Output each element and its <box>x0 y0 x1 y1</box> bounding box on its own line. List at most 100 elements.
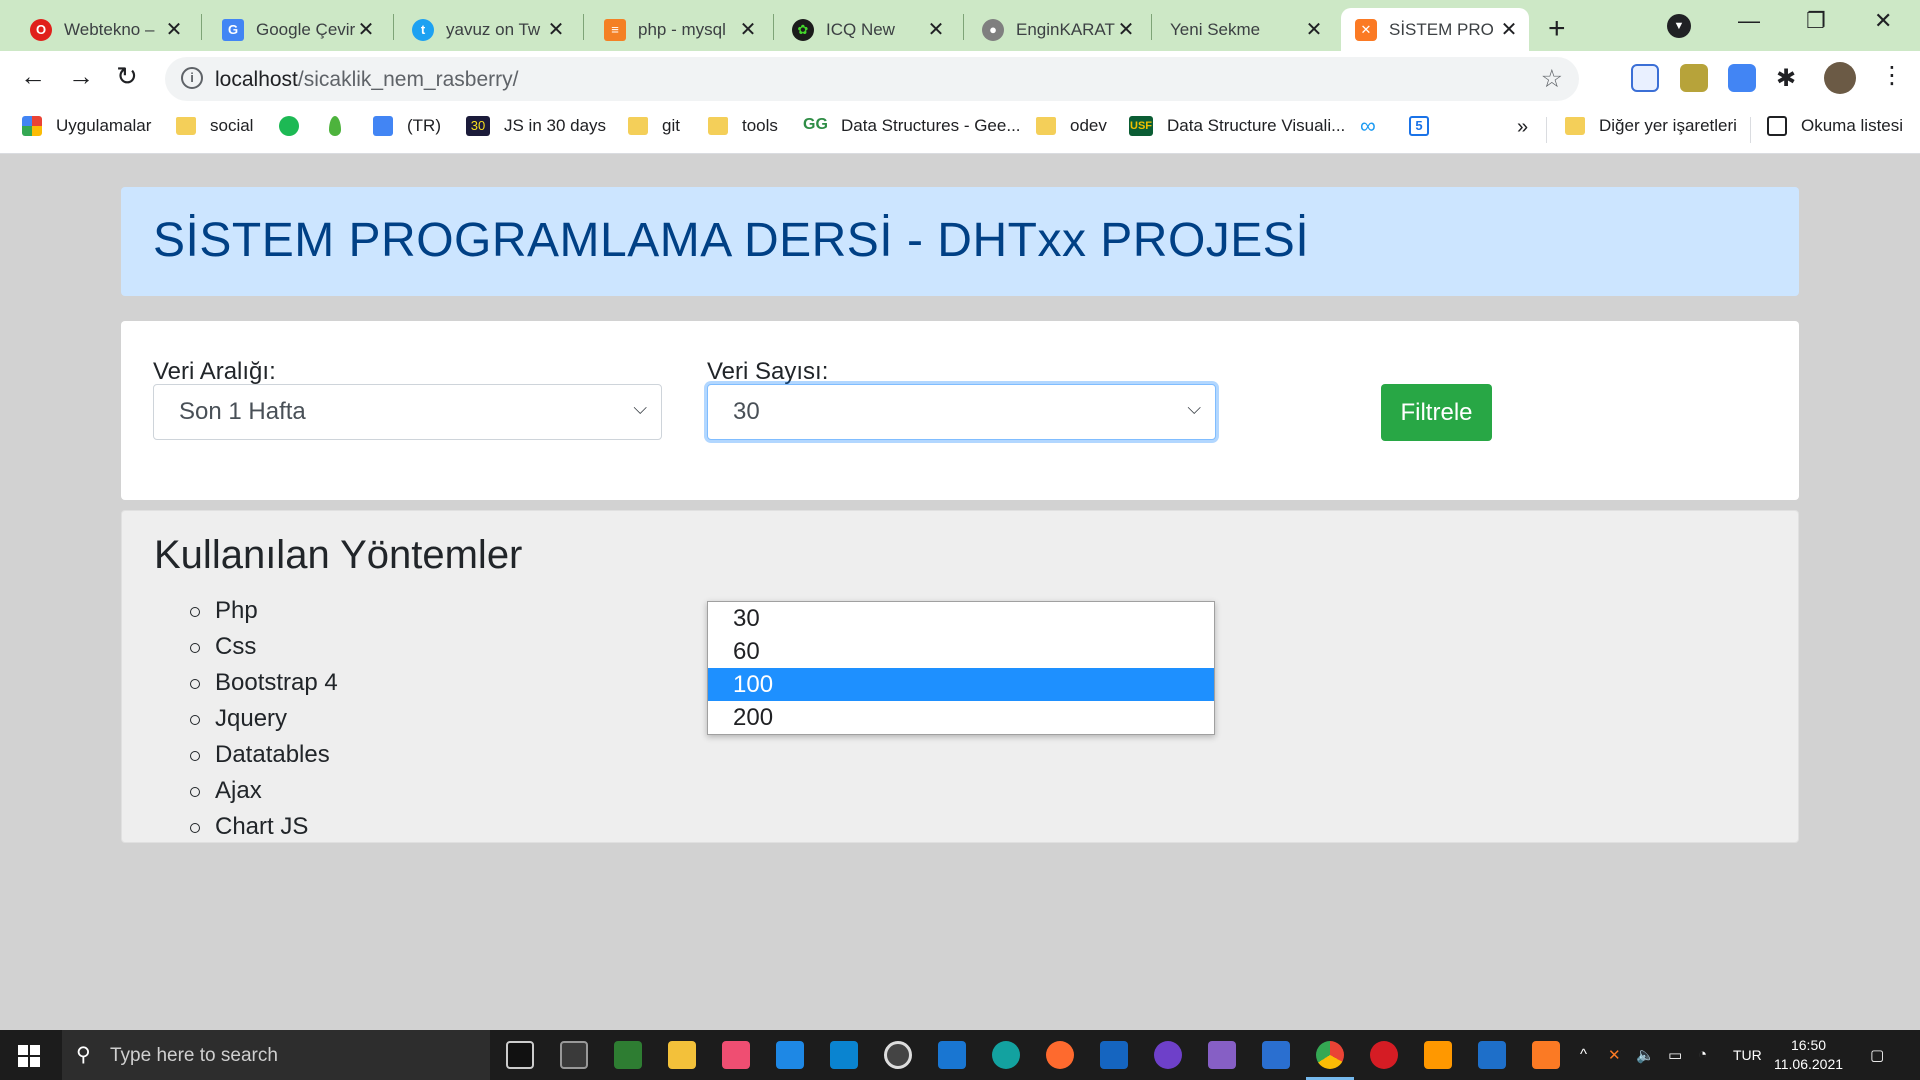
bookmark-infinity[interactable]: ∞ <box>1360 113 1380 138</box>
tab-sistem-active[interactable]: ✕ SİSTEM PRO ✕ <box>1341 8 1529 51</box>
notifications-icon[interactable]: ▢ <box>1870 1046 1884 1064</box>
taskbar-clock[interactable]: 16:50 11.06.2021 <box>1774 1036 1843 1074</box>
bookmark-apps[interactable]: Uygulamalar <box>22 116 151 136</box>
profile-avatar[interactable] <box>1824 62 1856 94</box>
tab-google-translate[interactable]: G Google Çevir ✕ <box>208 8 386 51</box>
calculator-icon[interactable] <box>560 1041 588 1069</box>
count-option-200[interactable]: 200 <box>708 701 1214 734</box>
restore-icon[interactable]: ❐ <box>1806 8 1826 34</box>
github-icon: ● <box>982 18 1004 41</box>
close-icon[interactable]: ✕ <box>356 17 376 42</box>
tab-icq[interactable]: ✿ ICQ New ✕ <box>778 8 956 51</box>
methods-title: Kullanılan Yöntemler <box>154 533 523 577</box>
twitter-icon: t <box>412 18 434 41</box>
page-content: SİSTEM PROGRAMLAMA DERSİ - DHTxx PROJESİ… <box>0 155 1920 1030</box>
taskbar-search-box[interactable]: ⚲ Type here to search <box>62 1030 490 1080</box>
edge-icon[interactable] <box>992 1041 1020 1069</box>
bookmark-other-folder[interactable]: Diğer yer işaretleri <box>1565 116 1737 136</box>
close-icon[interactable]: ✕ <box>738 17 758 42</box>
tray-xampp-icon[interactable]: ✕ <box>1608 1046 1621 1064</box>
visual-studio-icon[interactable] <box>1208 1041 1236 1069</box>
folder-icon <box>708 117 728 135</box>
icq-icon: ✿ <box>792 18 814 41</box>
bookmark-js30[interactable]: 30 JS in 30 days <box>466 116 606 136</box>
google-translate-extension-icon[interactable] <box>1728 64 1756 92</box>
chevron-down-icon: ⌵ <box>1187 398 1201 418</box>
mail-icon[interactable] <box>776 1041 804 1069</box>
window-close-icon[interactable]: ✕ <box>1874 8 1892 34</box>
close-icon[interactable]: ✕ <box>1499 17 1519 42</box>
tab-search-icon[interactable]: ▼ <box>1667 14 1691 38</box>
list-item: Chart JS <box>154 809 338 845</box>
apps-grid-icon <box>22 116 42 136</box>
notepad-icon[interactable] <box>614 1041 642 1069</box>
extensions-puzzle-icon[interactable]: ✱ <box>1776 64 1804 92</box>
terminal-icon[interactable] <box>506 1041 534 1069</box>
extension-sprout-icon[interactable] <box>1680 64 1708 92</box>
app-blue-icon[interactable] <box>1100 1041 1128 1069</box>
bookmark-odev[interactable]: odev <box>1036 116 1107 136</box>
bookmark-translate-tr[interactable]: (TR) <box>373 116 441 136</box>
extension-glasses-icon[interactable] <box>1631 64 1659 92</box>
battery-icon[interactable]: ▭ <box>1668 1046 1682 1064</box>
bookmark-tools[interactable]: tools <box>708 116 778 136</box>
github-desktop-icon[interactable] <box>1154 1041 1182 1069</box>
close-icon[interactable]: ✕ <box>926 17 946 42</box>
close-icon[interactable]: ✕ <box>546 17 566 42</box>
bookmark-geeksforgeeks[interactable]: GG Data Structures - Gee... <box>803 116 1021 136</box>
postman-icon[interactable] <box>1046 1041 1074 1069</box>
close-icon[interactable]: ✕ <box>1116 17 1136 42</box>
file-explorer-icon[interactable] <box>668 1041 696 1069</box>
bookmark-data-structure-visualizations[interactable]: USF Data Structure Visuali... <box>1129 116 1345 136</box>
count-option-60[interactable]: 60 <box>708 635 1214 668</box>
windows-start-icon[interactable] <box>18 1045 40 1067</box>
tab-twitter[interactable]: t yavuz on Tw ✕ <box>398 8 576 51</box>
url-text[interactable]: localhost/sicaklik_nem_rasberry/ <box>215 68 518 92</box>
volume-icon[interactable]: 🔈 <box>1636 1046 1655 1064</box>
new-tab-plus-icon[interactable]: + <box>1548 12 1566 46</box>
sublime-text-icon[interactable] <box>1424 1041 1452 1069</box>
bookmark-mongodb[interactable] <box>329 116 341 136</box>
close-icon[interactable]: ✕ <box>164 17 184 42</box>
range-select[interactable]: Son 1 Hafta ⌵ <box>153 384 662 440</box>
bookmark-calendar[interactable]: 5 <box>1409 116 1429 136</box>
site-info-icon[interactable]: i <box>181 67 203 89</box>
close-icon[interactable]: ✕ <box>1304 17 1324 42</box>
count-option-100-highlighted[interactable]: 100 <box>708 668 1214 701</box>
photos-icon[interactable] <box>1262 1041 1290 1069</box>
count-select[interactable]: 30 ⌵ <box>707 384 1216 440</box>
bookmark-git[interactable]: git <box>628 116 680 136</box>
vscode-icon[interactable] <box>830 1041 858 1069</box>
usf-icon: USF <box>1129 116 1153 136</box>
bookmark-spotify[interactable] <box>279 116 299 136</box>
reload-icon[interactable]: ↻ <box>116 61 138 92</box>
bookmarks-overflow-chevron[interactable]: » <box>1517 116 1528 139</box>
tab-new-tab[interactable]: Yeni Sekme ✕ <box>1156 8 1334 51</box>
tray-chevron-icon[interactable]: ^ <box>1580 1046 1587 1063</box>
chevron-down-icon: ⌵ <box>633 398 647 418</box>
opera-icon[interactable] <box>1370 1041 1398 1069</box>
vscode-insiders-icon[interactable] <box>1478 1041 1506 1069</box>
count-dropdown-list: 30 60 100 200 <box>707 601 1215 735</box>
bookmark-social[interactable]: social <box>176 116 253 136</box>
address-bar[interactable]: i localhost/sicaklik_nem_rasberry/ ☆ <box>165 57 1579 101</box>
forward-arrow-icon[interactable]: → <box>68 61 94 92</box>
calendar-icon[interactable] <box>938 1041 966 1069</box>
wifi-icon[interactable]: ◔ <box>1698 1046 1707 1063</box>
tab-github[interactable]: ● EnginKARAT ✕ <box>968 8 1146 51</box>
minimize-icon[interactable]: — <box>1738 8 1760 34</box>
back-arrow-icon[interactable]: ← <box>20 61 46 92</box>
filter-button[interactable]: Filtrele <box>1381 384 1492 441</box>
count-option-30[interactable]: 30 <box>708 602 1214 635</box>
media-player-icon[interactable] <box>884 1041 912 1069</box>
app-pink-icon[interactable] <box>722 1041 750 1069</box>
infinity-icon: ∞ <box>1360 113 1376 138</box>
chrome-icon[interactable] <box>1316 1041 1344 1069</box>
tab-stackoverflow[interactable]: ≡ php - mysql ✕ <box>590 8 768 51</box>
tab-webtekno[interactable]: O Webtekno – ✕ <box>16 8 194 51</box>
xampp-icon[interactable] <box>1532 1041 1560 1069</box>
bookmark-star-icon[interactable]: ☆ <box>1541 64 1563 94</box>
menu-kebab-icon[interactable]: ⋮ <box>1880 61 1904 90</box>
input-language[interactable]: TUR <box>1733 1047 1762 1063</box>
reading-list-button[interactable]: Okuma listesi <box>1767 116 1903 136</box>
